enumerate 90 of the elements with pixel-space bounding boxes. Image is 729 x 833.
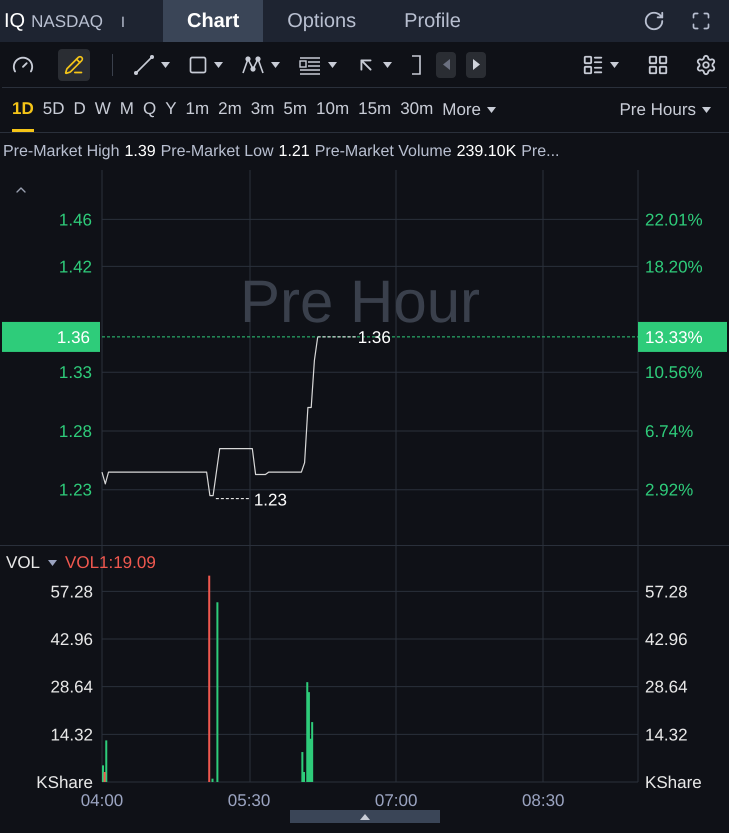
period-tab[interactable]: 2m [218,88,242,132]
price-axis-label: 1.42 [58,257,92,276]
text-tool-button[interactable] [298,54,337,74]
current-change-badge: 13.33% [638,322,727,352]
volume-axis-label: 14.32 [645,725,688,744]
current-price-badge: 1.36 [2,322,100,352]
price-axis-label: 1.46 [58,210,92,230]
percent-axis-label: 10.56% [645,363,703,382]
up-triangle-icon [360,814,370,820]
right-triangle-icon [472,59,480,70]
square-icon [188,54,208,74]
unit-label: KShare [36,773,93,792]
fullscreen-icon[interactable] [691,11,711,31]
stat-value: 1.21 [278,142,310,162]
session-dropdown[interactable]: Pre Hours [619,88,717,132]
more-dropdown[interactable]: More [442,88,496,132]
stat-label: Pre-Market Low [160,142,274,162]
low-price-label: 1.23 [254,490,287,510]
previous-button[interactable] [436,52,456,78]
period-tab[interactable]: 1D [12,88,34,132]
volume-axis-label: 14.32 [50,725,93,744]
volume-axis-label: 42.96 [50,630,93,650]
volume-axis-label: 42.96 [645,630,688,650]
period-tab[interactable]: M [120,88,134,132]
pencil-button[interactable] [58,48,90,80]
exchange-text: NASDAQ [31,11,103,33]
caret-icon [487,107,496,113]
period-tab[interactable]: 3m [250,88,274,132]
stat-label: Pre-Market High [3,142,120,162]
volume-axis-label: 57.28 [645,582,688,602]
percent-axis-label: 2.92% [645,480,694,500]
rectangle-tool-button[interactable] [188,54,223,74]
percent-axis-label: 18.20% [645,257,703,276]
list-icon [582,54,604,76]
refresh-icon[interactable] [643,10,665,32]
next-button[interactable] [466,52,486,78]
period-tab[interactable]: 30m [400,88,434,132]
caret-icon [610,62,619,68]
leader-line [317,336,356,338]
tab[interactable]: Options [263,0,380,42]
caret-icon [328,62,337,68]
stat-label: Pre-Market Volume [314,142,452,162]
settings-icon[interactable] [695,54,717,76]
period-tab[interactable]: W [94,88,111,132]
caret-icon [383,62,392,68]
leader-line [215,498,250,500]
caret-icon [161,62,170,68]
time-axis-label: 08:30 [522,791,564,810]
time-axis-label: 04:00 [80,791,124,810]
caret-icon [48,560,58,566]
volume-indicator: VOL1:19.09 [65,552,156,574]
period-tab[interactable]: 5D [42,88,64,132]
volume-title: VOL [6,552,40,574]
price-axis-label: 1.23 [58,480,92,500]
tab[interactable]: Profile [380,0,485,42]
panel-handle[interactable] [290,810,440,823]
left-triangle-icon [442,59,450,70]
symbol-text: IQ [4,9,26,34]
bracket-icon[interactable] [410,54,422,76]
time-axis-label: 05:30 [228,791,270,810]
volume-axis-label: 28.64 [50,678,93,697]
caret-icon [271,62,280,68]
percent-axis-label: 22.01% [645,210,703,230]
period-tab[interactable]: 10m [316,88,350,132]
period-tab[interactable]: 15m [358,88,392,132]
stat-value: 1.39 [124,142,156,162]
price-axis-label: 1.33 [58,363,92,382]
percent-axis-label: 6.74% [645,422,694,441]
period-tab[interactable]: D [73,88,86,132]
line-tool-button[interactable] [133,54,170,76]
grid-icon[interactable] [647,54,669,76]
layout-list-button[interactable] [582,54,619,76]
period-tab[interactable]: Y [165,88,177,132]
ref-line-label: 1.36 [56,328,90,347]
caret-icon [702,107,711,113]
tab[interactable]: Chart [163,0,264,42]
pattern-tool-button[interactable] [241,54,280,76]
pencil-icon [64,54,84,74]
period-tab[interactable]: Q [142,88,156,132]
period-tab[interactable]: 1m [186,88,210,132]
stat-value: 239.10K [456,142,516,162]
separator-text: I [120,13,126,33]
volume-axis-label: 57.28 [50,582,93,602]
stat-label: Pre... [521,142,560,162]
unit-label: KShare [645,773,702,792]
caret-icon [214,62,223,68]
period-tab[interactable]: 5m [283,88,308,132]
time-axis-label: 07:00 [374,791,418,810]
price-axis-label: 1.28 [58,422,92,441]
volume-axis-label: 28.64 [645,678,688,697]
